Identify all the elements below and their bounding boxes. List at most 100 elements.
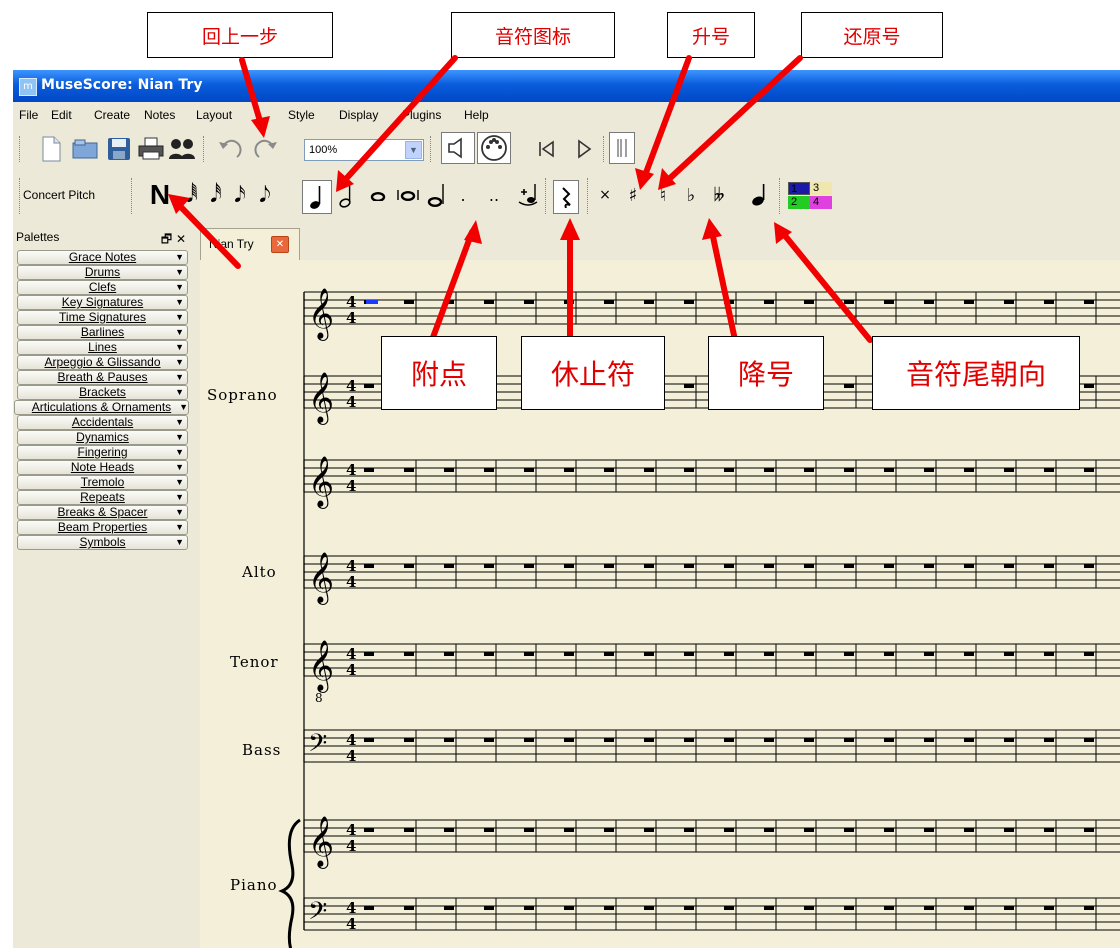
whole-rest <box>1044 564 1054 568</box>
whole-rest <box>1044 468 1054 472</box>
whole-rest <box>804 300 814 304</box>
bass-clef-icon: 𝄢 <box>308 897 327 932</box>
piano-brace <box>278 818 301 948</box>
whole-rest <box>844 384 854 388</box>
whole-rest <box>444 738 454 742</box>
whole-rest <box>684 564 694 568</box>
whole-rest <box>764 652 774 656</box>
whole-rest <box>764 468 774 472</box>
arrowhead-sharp <box>635 168 654 190</box>
whole-rest <box>1004 738 1014 742</box>
whole-rest <box>604 564 614 568</box>
whole-rest <box>444 564 454 568</box>
arrowhead-rest <box>560 218 580 240</box>
whole-rest <box>884 738 894 742</box>
callout-stem-label: 音符尾朝向 <box>905 358 1046 391</box>
whole-rest <box>484 468 494 472</box>
whole-rest <box>884 652 894 656</box>
whole-rest <box>804 468 814 472</box>
whole-rest <box>764 300 774 304</box>
whole-rest <box>1084 564 1094 568</box>
whole-rest <box>644 300 654 304</box>
whole-rest <box>844 738 854 742</box>
whole-rest <box>404 652 414 656</box>
whole-rest <box>1084 906 1094 910</box>
whole-rest <box>564 738 574 742</box>
whole-rest <box>684 300 694 304</box>
whole-rest <box>1084 300 1094 304</box>
whole-rest <box>884 300 894 304</box>
whole-rest <box>604 906 614 910</box>
whole-rest <box>1044 906 1054 910</box>
whole-rest <box>724 828 734 832</box>
whole-rest <box>364 906 374 910</box>
whole-rest <box>564 564 574 568</box>
callout-dot: 附点 <box>381 336 497 410</box>
whole-rest <box>444 906 454 910</box>
whole-rest <box>844 468 854 472</box>
callout-flat-label: 降号 <box>737 358 794 391</box>
whole-rest <box>724 468 734 472</box>
whole-rest <box>1044 652 1054 656</box>
whole-rest <box>924 738 934 742</box>
whole-rest <box>964 738 974 742</box>
whole-rest <box>884 564 894 568</box>
whole-rest <box>604 652 614 656</box>
whole-rest <box>684 652 694 656</box>
whole-rest <box>724 906 734 910</box>
whole-rest <box>364 468 374 472</box>
whole-rest <box>684 738 694 742</box>
whole-rest <box>404 738 414 742</box>
whole-rest <box>804 652 814 656</box>
whole-rest <box>884 828 894 832</box>
whole-rest <box>804 564 814 568</box>
selected-rest <box>366 300 378 304</box>
whole-rest <box>1084 738 1094 742</box>
whole-rest <box>484 906 494 910</box>
whole-rest <box>524 468 534 472</box>
whole-rest <box>444 468 454 472</box>
arrowhead-flat <box>702 218 722 240</box>
whole-rest <box>924 828 934 832</box>
whole-rest <box>364 652 374 656</box>
whole-rest <box>724 564 734 568</box>
callout-rest-label: 休止符 <box>550 358 635 391</box>
whole-rest <box>764 828 774 832</box>
whole-rest <box>1084 652 1094 656</box>
whole-rest <box>524 652 534 656</box>
whole-rest <box>1044 828 1054 832</box>
whole-rest <box>404 468 414 472</box>
whole-rest <box>524 906 534 910</box>
whole-rest <box>364 738 374 742</box>
whole-rest <box>844 564 854 568</box>
whole-rest <box>1004 564 1014 568</box>
callout-stem: 音符尾朝向 <box>872 336 1080 410</box>
whole-rest <box>1004 468 1014 472</box>
whole-rest <box>484 738 494 742</box>
whole-rest <box>564 468 574 472</box>
arrow-note-input <box>175 201 241 269</box>
whole-rest <box>764 906 774 910</box>
treble-clef-icon: 𝄞 <box>308 552 334 605</box>
whole-rest <box>564 906 574 910</box>
whole-rest <box>364 564 374 568</box>
arrowhead-dot <box>464 220 482 244</box>
callout-rest: 休止符 <box>521 336 665 410</box>
whole-rest <box>844 300 854 304</box>
whole-rest <box>964 828 974 832</box>
time-signature-denominator: 4 <box>346 837 356 855</box>
whole-rest <box>404 906 414 910</box>
whole-rest <box>844 906 854 910</box>
whole-rest <box>924 652 934 656</box>
time-signature-denominator: 4 <box>346 915 356 933</box>
arrow-note-icon <box>342 55 458 183</box>
whole-rest <box>484 564 494 568</box>
arrow-natural <box>665 55 803 183</box>
whole-rest <box>884 468 894 472</box>
whole-rest <box>1004 300 1014 304</box>
bass-clef-icon: 𝄢 <box>308 729 327 764</box>
treble-clef-icon: 𝄞 <box>308 456 334 509</box>
time-signature-denominator: 4 <box>346 309 356 327</box>
whole-rest <box>804 828 814 832</box>
whole-rest <box>884 906 894 910</box>
